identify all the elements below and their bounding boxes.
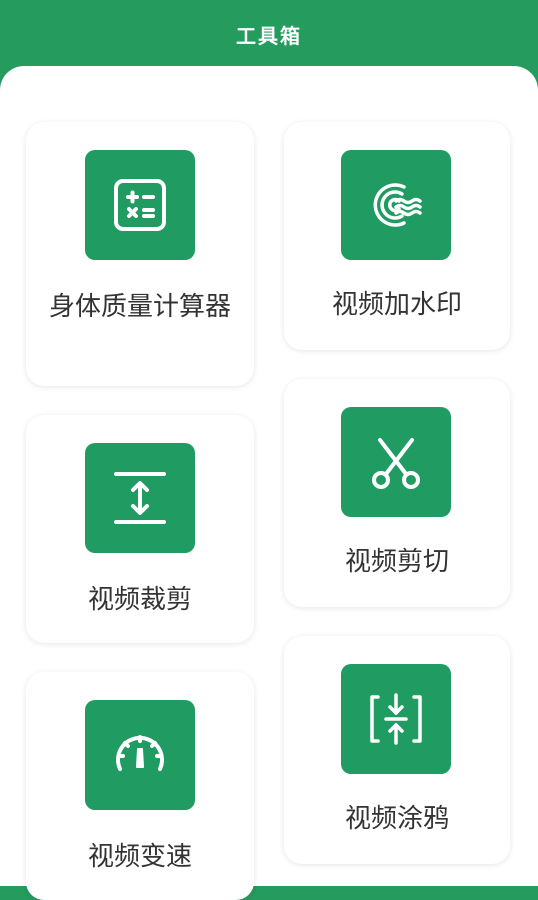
- tool-tile: [85, 700, 195, 810]
- scissors-icon: [372, 438, 420, 489]
- tool-label: 视频涂鸦: [344, 804, 449, 834]
- tool-label: 视频变速: [87, 842, 192, 872]
- tool-label: 视频裁剪: [87, 585, 192, 615]
- tool-label: 视频剪切: [344, 547, 449, 577]
- calculator-icon: [114, 179, 166, 231]
- tool-card-video-crop[interactable]: 视频裁剪: [26, 415, 254, 643]
- tool-tile: [85, 443, 195, 553]
- watermark-icon: [373, 183, 422, 227]
- tool-tile: [341, 664, 451, 774]
- tool-card-video-cut[interactable]: 视频剪切: [284, 379, 510, 607]
- crop-height-icon: [114, 472, 166, 524]
- tool-card-video-doodle[interactable]: 视频涂鸦: [284, 636, 510, 864]
- tool-label: 视频加水印: [331, 290, 462, 320]
- compress-frame-icon: [370, 693, 422, 745]
- tool-label: 身体质量计算器: [48, 292, 231, 322]
- page-title: 工具箱: [236, 24, 302, 48]
- tool-card-video-speed[interactable]: 视频变速: [26, 672, 254, 900]
- tool-card-video-watermark[interactable]: 视频加水印: [284, 122, 510, 350]
- app-header: 工具箱: [0, 0, 538, 70]
- speedometer-icon: [116, 735, 164, 771]
- tool-card-bmi-calculator[interactable]: 身体质量计算器: [26, 122, 254, 386]
- tool-tile: [341, 150, 451, 260]
- tool-tile: [341, 407, 451, 517]
- tool-tile: [85, 150, 195, 260]
